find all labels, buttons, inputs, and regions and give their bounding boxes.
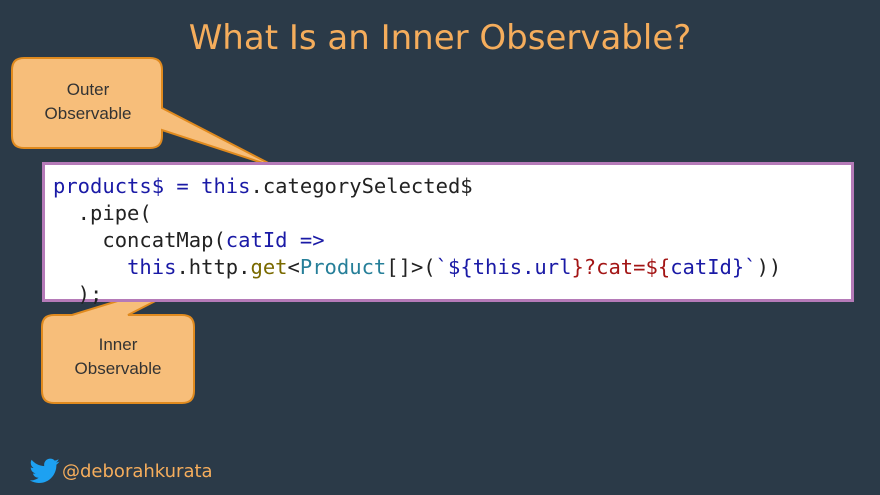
code-token: this <box>127 255 177 279</box>
code-token: catId <box>225 228 288 252</box>
code-token: this <box>201 174 251 198</box>
outer-callout-line2: Observable <box>44 104 132 123</box>
code-token: get <box>250 255 288 279</box>
inner-observable-callout: Inner Observable <box>44 333 192 381</box>
code-line-3: concatMap(catId => <box>53 227 851 254</box>
outer-callout-line1: Outer <box>66 80 110 99</box>
twitter-handle-text: @deborahkurata <box>62 460 213 482</box>
code-token: }?cat=${ <box>571 255 671 279</box>
code-token: catId <box>670 255 732 279</box>
inner-callout-line2: Observable <box>74 359 162 378</box>
outer-observable-callout: Outer Observable <box>14 78 162 126</box>
code-line-4: this.http.get<Product[]>(`${this.url}?ca… <box>53 254 851 281</box>
code-token: .url <box>522 255 572 279</box>
code-token: => <box>287 228 325 252</box>
code-token: products$ = <box>53 174 202 198</box>
code-token: < <box>287 255 300 279</box>
code-block: products$ = this.categorySelected$ .pipe… <box>42 162 854 306</box>
twitter-bird-icon <box>30 458 60 483</box>
code-token: ); <box>53 282 103 306</box>
code-token: }` <box>731 255 757 279</box>
code-token: []>( <box>386 255 436 279</box>
code-token: .pipe( <box>53 201 152 225</box>
twitter-handle: @deborahkurata <box>30 458 213 484</box>
code-line-2: .pipe( <box>53 200 851 227</box>
code-token: concatMap( <box>53 228 226 252</box>
code-token: .http. <box>176 255 251 279</box>
code-line-1: products$ = this.categorySelected$ <box>53 173 851 200</box>
code-token: Product <box>299 255 387 279</box>
inner-callout-line1: Inner <box>98 335 138 354</box>
code-token: )) <box>756 255 782 279</box>
code-token: .categorySelected$ <box>250 174 473 198</box>
code-token: `${ <box>435 255 473 279</box>
code-line-5: ); <box>53 281 851 308</box>
code-token: this <box>472 255 523 279</box>
